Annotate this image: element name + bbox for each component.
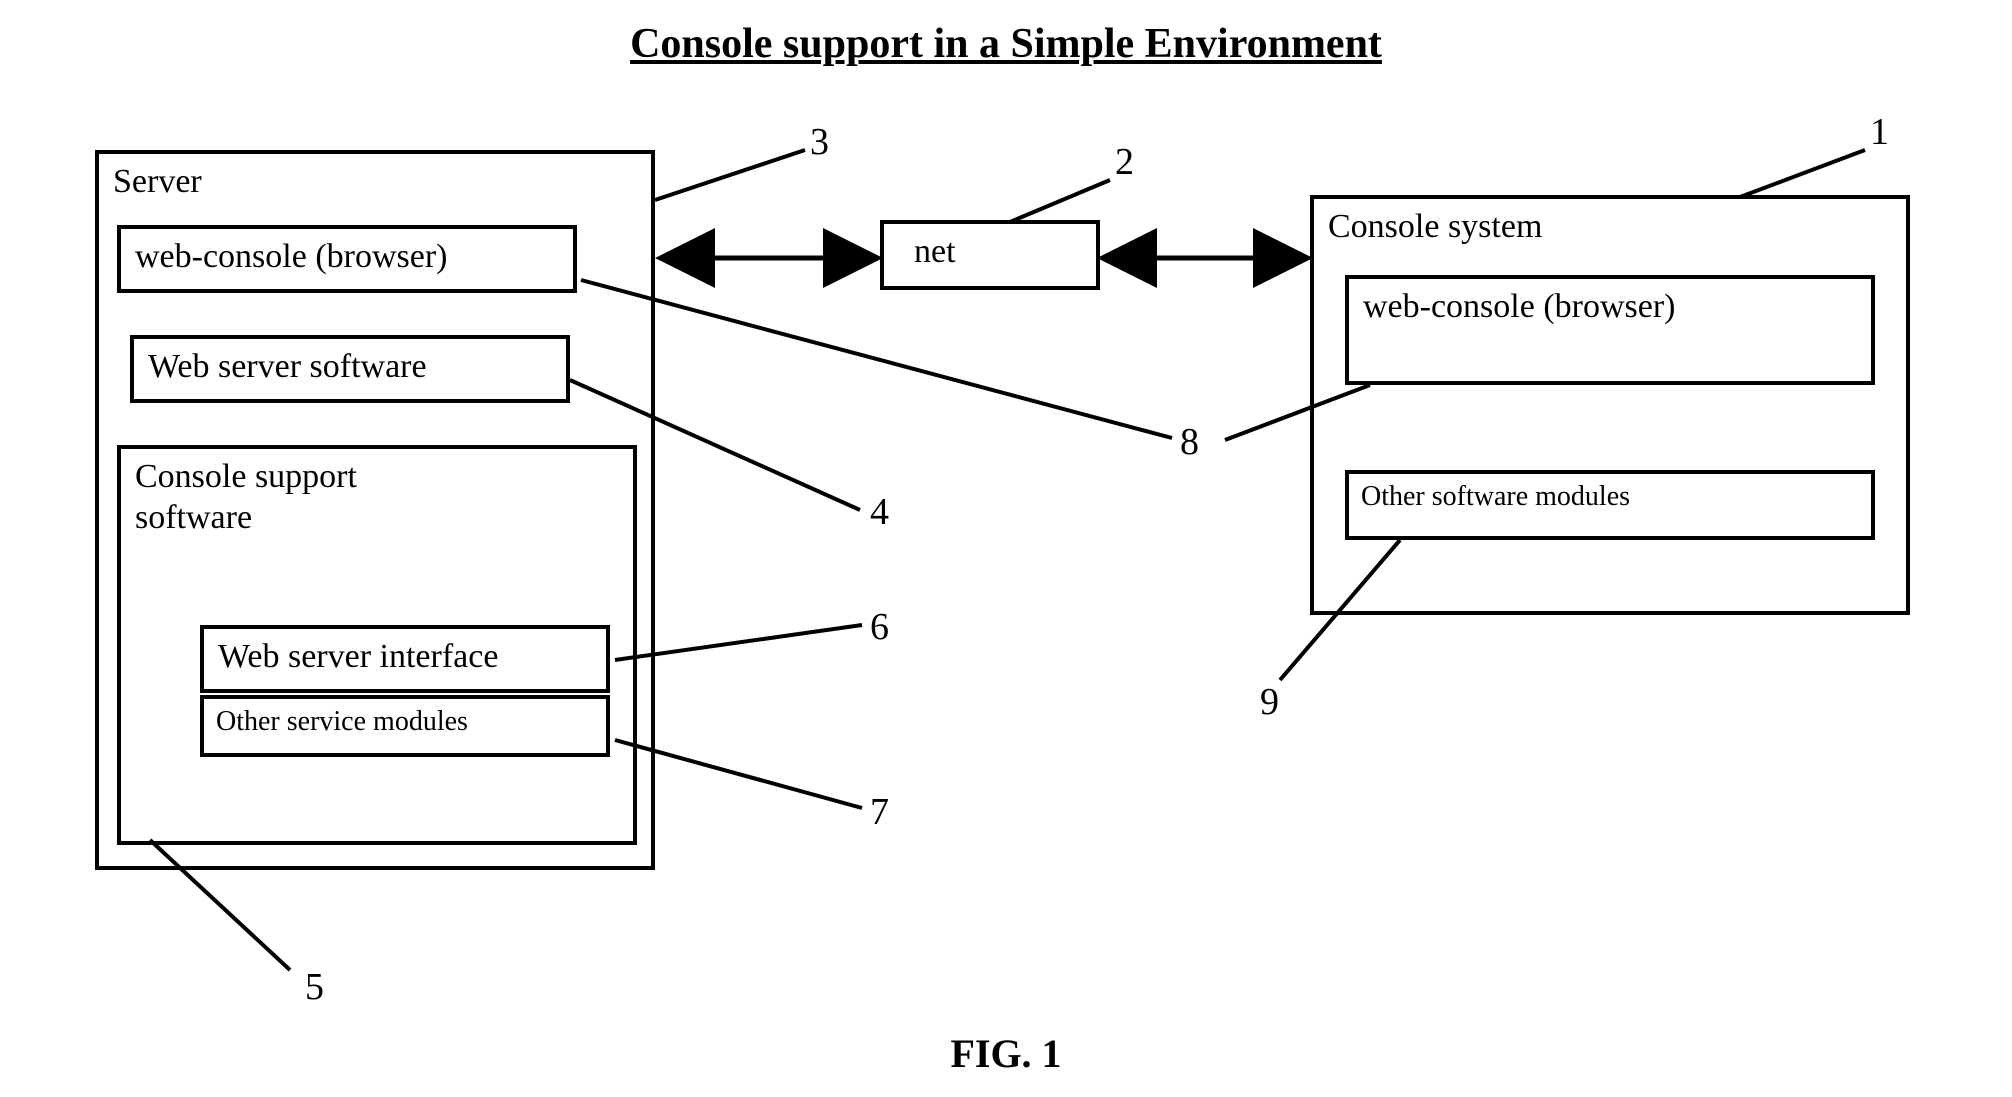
lead-1 — [1740, 150, 1865, 197]
web-server-interface-box: Web server interface — [200, 625, 610, 693]
net-box: net — [880, 220, 1100, 290]
callout-6: 6 — [870, 605, 889, 649]
callout-5: 5 — [305, 965, 324, 1009]
lead-2 — [1010, 180, 1110, 222]
callout-8: 8 — [1180, 420, 1199, 464]
server-web-console-box: web-console (browser) — [117, 225, 577, 293]
net-label: net — [884, 224, 1096, 281]
server-title: Server — [99, 154, 651, 211]
lead-8a — [581, 280, 1172, 438]
callout-7: 7 — [870, 790, 889, 834]
callout-1: 1 — [1870, 110, 1889, 154]
console-web-console-label: web-console (browser) — [1349, 279, 1871, 336]
figure-caption: FIG. 1 — [0, 1030, 2012, 1077]
other-software-modules-box: Other software modules — [1345, 470, 1875, 540]
other-service-modules-label: Other service modules — [204, 699, 606, 745]
server-web-console-label: web-console (browser) — [121, 229, 573, 286]
console-system-title: Console system — [1314, 199, 1906, 256]
console-web-console-box: web-console (browser) — [1345, 275, 1875, 385]
console-support-software-title: Console support software — [121, 449, 421, 547]
other-service-modules-box: Other service modules — [200, 695, 610, 757]
web-server-software-label: Web server software — [134, 339, 566, 396]
callout-2: 2 — [1115, 140, 1134, 184]
callout-3: 3 — [810, 120, 829, 164]
other-software-modules-label: Other software modules — [1349, 474, 1871, 520]
diagram-title: Console support in a Simple Environment — [0, 20, 2012, 68]
lead-3 — [655, 150, 805, 200]
console-system-box: Console system — [1310, 195, 1910, 615]
web-server-software-box: Web server software — [130, 335, 570, 403]
callout-9: 9 — [1260, 680, 1279, 724]
web-server-interface-label: Web server interface — [204, 629, 606, 686]
callout-4: 4 — [870, 490, 889, 534]
